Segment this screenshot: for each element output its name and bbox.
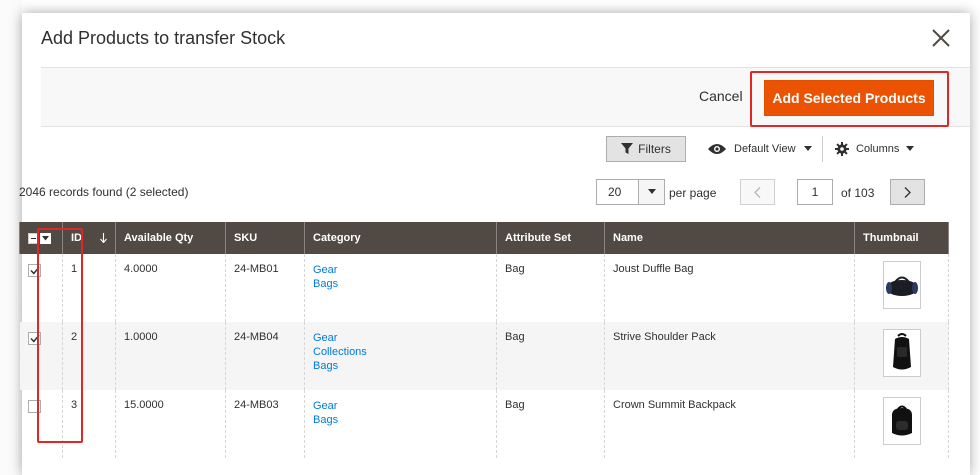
category-link[interactable]: Gear (313, 263, 488, 277)
per-page-value: 20 (608, 185, 622, 199)
modal-title: Add Products to transfer Stock (41, 28, 286, 48)
cell-category: Gear Bags (304, 254, 497, 322)
category-link[interactable]: Gear (313, 399, 488, 413)
cell-name: Crown Summit Backpack (604, 390, 855, 458)
table-row: 3 15.0000 24-MB03 Gear Bags Bag Crown Su… (19, 390, 949, 458)
backpack-icon (891, 405, 912, 436)
category-link[interactable]: Bags (313, 277, 488, 291)
filters-label: Filters (638, 142, 671, 156)
mass-select-header[interactable] (19, 222, 63, 254)
column-header-category[interactable]: Category (304, 222, 497, 254)
checkmark-icon (29, 334, 40, 343)
sort-arrow-down-icon (100, 233, 107, 243)
row-checkbox[interactable] (28, 332, 41, 345)
mass-select-checkbox[interactable] (28, 232, 39, 244)
per-page-select[interactable]: 20 (596, 179, 665, 205)
duffle-bag-icon (885, 276, 918, 296)
cell-thumbnail (854, 322, 949, 390)
funnel-icon (621, 143, 634, 154)
cell-category: Gear Collections Bags (304, 322, 497, 390)
product-thumbnail[interactable] (882, 397, 921, 445)
column-header-qty[interactable]: Available Qty (115, 222, 226, 254)
cell-sku: 24-MB01 (225, 254, 305, 322)
cell-category: Gear Bags (304, 390, 497, 458)
gear-icon (835, 142, 849, 156)
category-link[interactable]: Bags (313, 359, 488, 373)
total-pages: of 103 (841, 186, 875, 200)
row-select-cell (19, 254, 63, 322)
shoulder-pack-icon (892, 333, 911, 370)
filters-button[interactable]: Filters (606, 136, 686, 162)
column-header-id[interactable]: ID (62, 222, 116, 254)
add-selected-products-button[interactable]: Add Selected Products (764, 80, 934, 116)
cell-qty: 4.0000 (115, 254, 226, 322)
table-row: 1 4.0000 24-MB01 Gear Bags Bag Joust Duf… (19, 254, 949, 322)
cell-id: 3 (62, 390, 116, 458)
column-header-thumbnail: Thumbnail (854, 222, 949, 254)
chevron-down-icon (638, 180, 664, 204)
cancel-button[interactable]: Cancel (699, 88, 743, 104)
cell-qty: 1.0000 (115, 322, 226, 390)
category-link[interactable]: Gear (313, 331, 488, 345)
cell-name: Strive Shoulder Pack (604, 322, 855, 390)
modal-toolbar: Cancel Add Selected Products (41, 67, 970, 127)
cell-attribute-set: Bag (496, 254, 605, 322)
category-link[interactable]: Bags (313, 413, 488, 427)
cell-thumbnail (854, 254, 949, 322)
chevron-down-icon (906, 146, 915, 151)
column-header-attribute-set[interactable]: Attribute Set (496, 222, 605, 254)
column-label-id: ID (71, 232, 82, 244)
cell-thumbnail (854, 390, 949, 458)
cell-sku: 24-MB04 (225, 322, 305, 390)
cell-name: Joust Duffle Bag (604, 254, 855, 322)
next-page-button[interactable] (890, 179, 925, 205)
cell-attribute-set: Bag (496, 390, 605, 458)
row-select-cell (19, 322, 63, 390)
previous-page-button[interactable] (740, 179, 775, 205)
per-page-label: per page (669, 186, 717, 200)
row-select-cell (19, 390, 63, 458)
columns-dropdown[interactable]: Columns (835, 140, 915, 158)
column-header-name[interactable]: Name (604, 222, 855, 254)
column-header-sku[interactable]: SKU (225, 222, 305, 254)
chevron-down-icon[interactable] (40, 232, 51, 244)
products-table: ID Available Qty SKU Category Attribute … (19, 222, 949, 458)
columns-label: Columns (856, 143, 900, 155)
table-header-row: ID Available Qty SKU Category Attribute … (19, 222, 949, 254)
table-row: 2 1.0000 24-MB04 Gear Collections Bags B… (19, 322, 949, 390)
cell-sku: 24-MB03 (225, 390, 305, 458)
checkmark-icon (29, 266, 40, 275)
records-count: 2046 records found (2 selected) (19, 185, 189, 199)
toolbar-divider (822, 136, 823, 162)
default-view-dropdown[interactable]: Default View (708, 140, 812, 158)
chevron-left-icon (754, 186, 761, 198)
product-thumbnail[interactable] (882, 261, 921, 309)
cell-id: 1 (62, 254, 116, 322)
eye-icon (708, 144, 726, 154)
cell-id: 2 (62, 322, 116, 390)
product-thumbnail[interactable] (882, 329, 921, 377)
cell-qty: 15.0000 (115, 390, 226, 458)
chevron-right-icon (904, 186, 911, 198)
default-view-label: Default View (734, 143, 796, 155)
category-link[interactable]: Collections (313, 345, 488, 359)
current-page-input[interactable] (797, 179, 833, 205)
chevron-down-icon (803, 146, 812, 151)
row-checkbox[interactable] (28, 400, 41, 413)
row-checkbox[interactable] (28, 264, 41, 277)
cell-attribute-set: Bag (496, 322, 605, 390)
close-icon[interactable] (930, 27, 952, 49)
